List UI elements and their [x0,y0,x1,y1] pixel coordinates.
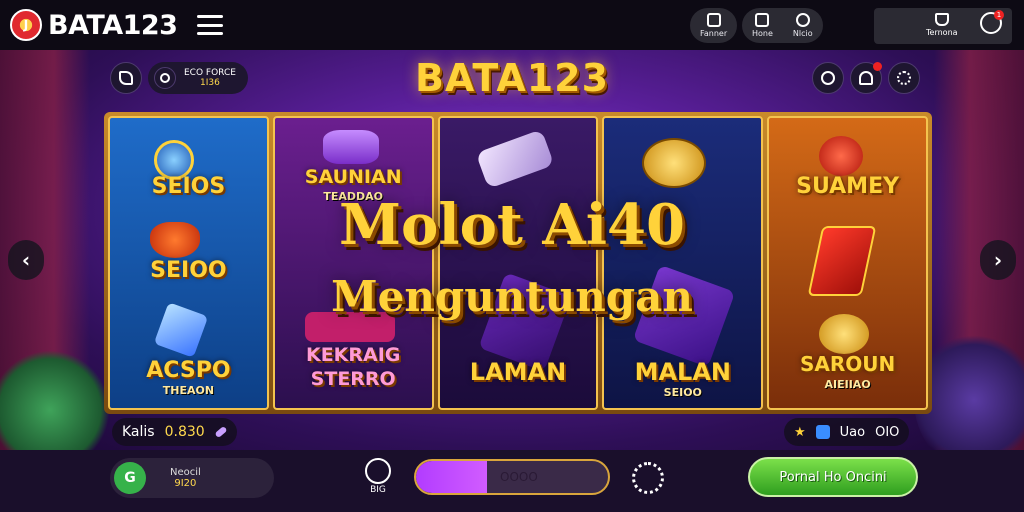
left-stat: Kalis 0.830 [112,418,237,446]
nav-button-home[interactable]: Hone [742,8,783,43]
reel-1: SEIOS SEIOO ACSPO THEAON [108,116,269,410]
promo-headline-line2: Menguntungan [331,272,693,321]
logo-mark-icon: J [10,9,42,41]
balance-display[interactable]: G Neocil 9I20 [110,458,274,498]
nav-label: Hone [752,29,773,38]
autoplay-gear-icon[interactable] [632,462,664,494]
balance-label: Neocil [170,467,201,478]
jackpot-label: ECO FORCE [184,68,236,78]
star-icon: ★ [794,424,806,440]
ticket-symbol [475,129,554,189]
right-stat-value: OIO [875,424,900,440]
reel-3: LAMAN [437,116,599,410]
reel-symbol: SAUNIAN [304,166,402,188]
home-icon [755,13,770,27]
gem-symbol [322,130,379,164]
rocket-icon [119,71,133,85]
rocket-button[interactable] [110,62,142,94]
alert-button[interactable] [850,62,882,94]
timer-icon [821,71,835,85]
left-stat-label: Kalis [122,424,155,440]
bottom-bar: G Neocil 9I20 BIG OOOO Pornal Ho Oncini [0,450,1024,512]
feather-icon [214,425,228,439]
game-stage: BATA123 ECO FORCE 1I36 SEIOS SEIOO ACSPO… [0,50,1024,450]
nav-pill-b: Hone Nlcio [742,8,823,43]
user-icon [934,13,949,26]
reel-symbol: SAROUN [799,352,896,376]
spin-progress-bar: OOOO [414,459,610,495]
plant-decoration-left [0,350,110,450]
next-arrow-icon[interactable]: › [980,240,1016,280]
bell-icon [859,71,873,85]
account-button[interactable]: Ternona 1 [874,8,1012,44]
reel-2: SAUNIAN TEADDAO KEKRAIG STERRO [272,116,434,410]
reel-symbol: KEKRAIG [305,344,401,366]
gear-icon [897,71,911,85]
reel-symbol: ACSPO [146,358,231,383]
reel-symbol-sub: THEAON [162,384,215,397]
jackpot-value: 1I36 [200,78,220,88]
reel-5: SUAMEY SAROUN AIEIIAO [767,116,928,410]
reel-symbol: MALAN [634,358,731,386]
reel-symbol-sub: SEIOO [663,386,702,399]
right-stat-label: Uao [839,424,866,440]
bet-button[interactable]: BIG [360,458,396,495]
shield-icon [706,13,721,27]
coin-symbol [642,138,707,188]
reel-symbol: LAMAN [469,358,567,386]
clock-icon [154,67,176,89]
timer-button[interactable] [812,62,844,94]
chip-icon [365,458,391,484]
fruit-symbol [819,136,864,176]
progress-fill [416,461,488,493]
reel-symbol-sub: AIEIIAO [824,378,871,391]
nav-label: Fanner [700,29,728,38]
brand-logo[interactable]: J BATA123 [10,9,178,41]
play-button[interactable]: Pornal Ho Oncini [748,457,918,497]
prev-arrow-icon[interactable]: ‹ [8,240,44,280]
nav-pill-a: Fanner [690,8,738,43]
right-stat: ★ Uao OIO [784,418,910,446]
progress-text: OOOO [500,470,538,484]
bet-label: BIG [370,485,386,495]
nav-button-chat[interactable]: Nlcio [783,8,823,43]
left-stat-value: 0.830 [164,424,205,440]
alert-dot [873,62,882,71]
settings-button[interactable] [888,62,920,94]
reel-symbol: STERRO [310,368,396,390]
menu-icon[interactable] [197,15,224,35]
reel-4: MALAN SEIOO [602,116,764,410]
reel-grid: SEIOS SEIOO ACSPO THEAON SAUNIAN TEADDAO… [104,112,932,414]
balance-icon: G [114,462,146,494]
cube-icon [815,425,830,439]
nav-label: Nlcio [792,29,813,38]
jackpot-display: ECO FORCE 1I36 [148,62,248,94]
chat-icon [795,13,810,27]
brand-name: BATA123 [48,9,178,41]
notification-badge: 1 [994,10,1004,20]
account-label: Ternona [926,28,958,37]
promo-headline-line1: Molot Ai40 [339,192,685,258]
nav-button-fanner[interactable]: Fanner [690,8,737,43]
top-bar: J BATA123 Fanner Hone Nlcio Ternona 1 [0,0,1024,50]
balance-value: 9I20 [174,478,197,489]
